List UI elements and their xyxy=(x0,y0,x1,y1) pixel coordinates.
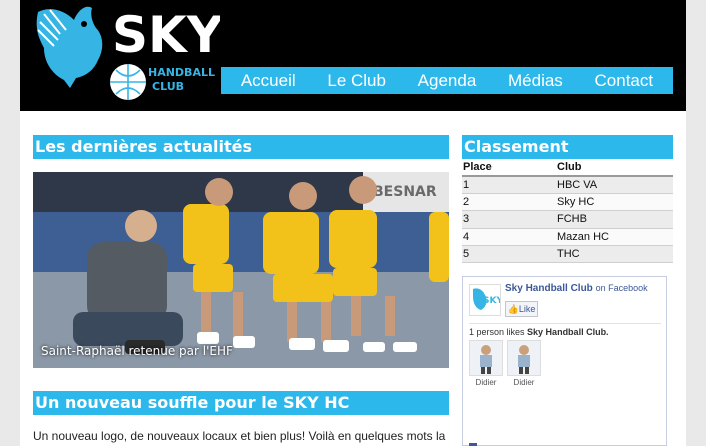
nav-contact[interactable]: Contact xyxy=(595,71,654,91)
facebook-like-box: SKY Sky Handball Club on Facebook 👍Like … xyxy=(462,276,667,446)
news-section-heading: Les dernières actualités xyxy=(33,135,449,159)
fb-divider xyxy=(469,323,661,324)
rank-club: HBC VA xyxy=(556,176,673,194)
col-club-header: Club xyxy=(556,159,673,177)
rank-place: 1 xyxy=(462,176,556,194)
table-row: 4 Mazan HC xyxy=(462,228,673,247)
fb-like-count: 1 person likes Sky Handball Club. xyxy=(469,327,609,337)
rank-place: 3 xyxy=(462,210,556,229)
article-intro-text: Un nouveau logo, de nouveaux locaux et b… xyxy=(33,429,446,443)
bench-photo-image: BESNAR xyxy=(33,172,449,368)
fan-avatar-image xyxy=(470,341,502,375)
fan-avatar[interactable] xyxy=(507,340,541,376)
table-row: 3 FCHB xyxy=(462,210,673,229)
sky-handball-logo[interactable]: SKY HANDBALL CLUB xyxy=(30,0,220,105)
fb-count-page-name[interactable]: Sky Handball Club. xyxy=(527,327,609,337)
fb-title: Sky Handball Club on Facebook xyxy=(505,283,648,294)
rank-club: Sky HC xyxy=(556,193,673,212)
rank-place: 5 xyxy=(462,245,556,264)
site-header: SKY HANDBALL CLUB Accueil Le Club Agenda… xyxy=(20,0,686,111)
fb-on-facebook-link[interactable]: on Facebook xyxy=(596,283,648,293)
rank-club: Mazan HC xyxy=(556,228,673,247)
rank-place: 4 xyxy=(462,228,556,247)
ranking-header-row: Place Club xyxy=(462,159,673,177)
ranking-table: Place Club 1 HBC VA 2 Sky HC 3 FCHB 4 Ma… xyxy=(462,159,673,264)
fb-like-button[interactable]: 👍Like xyxy=(505,301,538,317)
logo-handball-text: HANDBALL xyxy=(148,66,215,79)
article-heading[interactable]: Un nouveau souffle pour le SKY HC xyxy=(33,391,449,415)
news-featured-photo[interactable]: BESNAR Saint-Raphaël retenue par l'EHF xyxy=(33,172,449,368)
rank-club: FCHB xyxy=(556,210,673,229)
fan-avatar-image xyxy=(508,341,540,375)
rank-club: THC xyxy=(556,245,673,264)
col-place-header: Place xyxy=(462,159,556,177)
main-navigation: Accueil Le Club Agenda Médias Contact xyxy=(221,67,673,94)
fb-page-name-link[interactable]: Sky Handball Club xyxy=(505,283,593,294)
fb-like-label: Like xyxy=(518,304,536,314)
sky-logo-icon: SKY xyxy=(473,288,503,310)
logo-club-text: CLUB xyxy=(152,80,184,93)
banner-sign-text: BESNAR xyxy=(373,184,437,200)
table-row: 1 HBC VA xyxy=(462,176,673,194)
nav-medias[interactable]: Médias xyxy=(508,71,563,91)
logo-sky-text: SKY xyxy=(112,6,220,64)
nav-agenda[interactable]: Agenda xyxy=(418,71,477,91)
nav-le-club[interactable]: Le Club xyxy=(327,71,386,91)
fan-name[interactable]: Didier xyxy=(507,378,541,387)
fan-name[interactable]: Didier xyxy=(469,378,503,387)
fan-avatar[interactable] xyxy=(469,340,503,376)
photo-caption[interactable]: Saint-Raphaël retenue par l'EHF xyxy=(41,344,233,358)
fb-count-prefix: 1 person likes xyxy=(469,327,525,337)
rank-place: 2 xyxy=(462,193,556,212)
nav-accueil[interactable]: Accueil xyxy=(241,71,296,91)
thumbs-up-icon: 👍 xyxy=(507,304,519,314)
table-row: 5 THC xyxy=(462,245,673,264)
ranking-heading: Classement xyxy=(462,135,673,159)
table-row: 2 Sky HC xyxy=(462,193,673,212)
fb-page-avatar[interactable]: SKY xyxy=(469,284,503,316)
svg-text:SKY: SKY xyxy=(483,296,500,306)
